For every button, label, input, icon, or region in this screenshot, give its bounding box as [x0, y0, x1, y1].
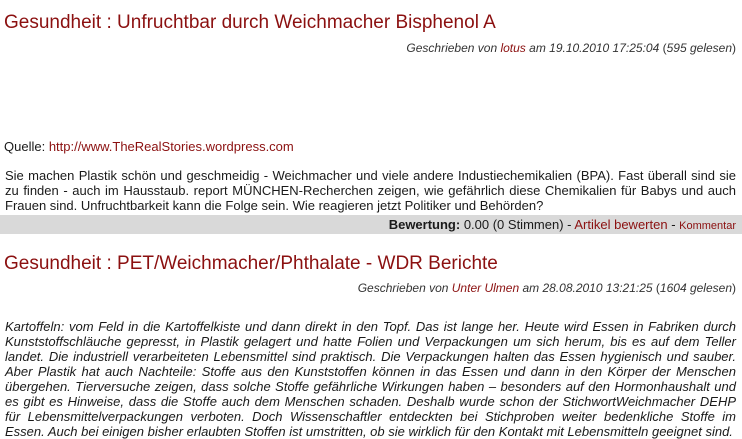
article-title: Gesundheit : PET/Weichmacher/Phthalate -…: [4, 253, 498, 274]
article-category: Gesundheit: [4, 253, 102, 274]
author-link[interactable]: Unter Ulmen: [452, 281, 519, 295]
rating-value: 0.00 (0 Stimmen) -: [460, 217, 575, 232]
source-link[interactable]: http://www.TheRealStories.wordpress.com: [49, 139, 294, 154]
rating-label: Bewertung:: [388, 217, 461, 232]
article-body: Kartoffeln: vom Feld in die Kartoffelkis…: [5, 319, 736, 439]
article-title: Gesundheit : Unfruchtbar durch Weichmach…: [4, 12, 496, 33]
article-title-text[interactable]: Unfruchtbar durch Weichmacher Bisphenol …: [117, 12, 496, 33]
comment-link[interactable]: Kommentar: [679, 220, 736, 232]
read-count: 595 gelesen: [666, 41, 732, 55]
rate-article-link[interactable]: Artikel bewerten: [574, 217, 667, 232]
article-body: Sie machen Plastik schön und geschmeidig…: [5, 168, 736, 213]
author-link[interactable]: lotus: [500, 41, 525, 55]
article-date: 19.10.2010 17:25:04: [549, 41, 660, 55]
read-count: 1604 gelesen: [659, 281, 732, 295]
article-source: Quelle: http://www.TheRealStories.wordpr…: [4, 139, 294, 154]
article-date: 28.08.2010 13:21:25: [542, 281, 653, 295]
article-title-text[interactable]: PET/Weichmacher/Phthalate - WDR Berichte: [117, 253, 498, 274]
rating-bar: Bewertung: 0.00 (0 Stimmen) - Artikel be…: [0, 215, 742, 234]
article-meta: Geschrieben von Unter Ulmen am 28.08.201…: [357, 281, 736, 295]
article-category: Gesundheit: [4, 12, 102, 33]
article-meta: Geschrieben von lotus am 19.10.2010 17:2…: [406, 41, 736, 55]
